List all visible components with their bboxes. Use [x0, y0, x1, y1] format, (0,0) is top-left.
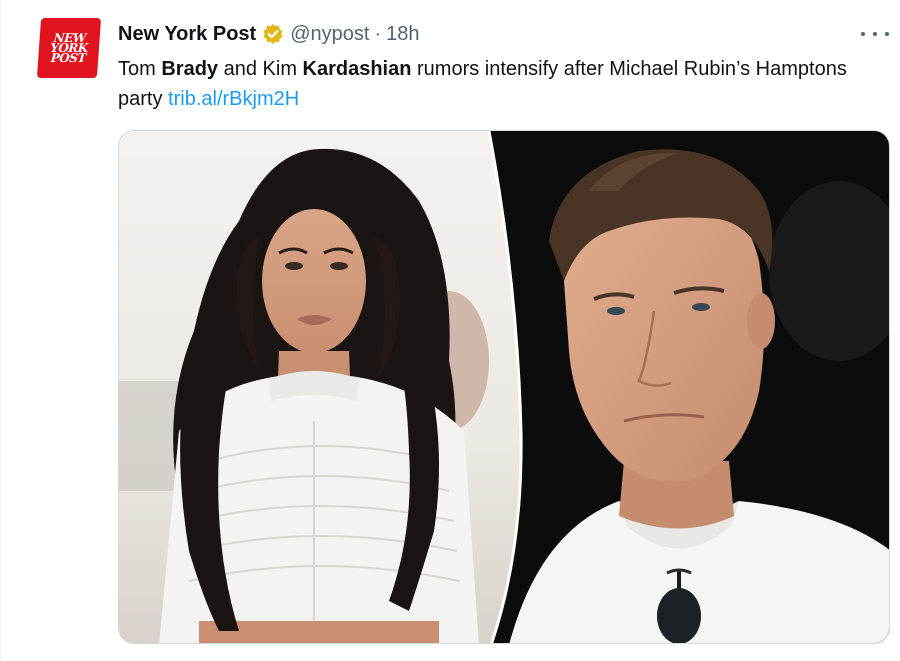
tweet-text: Tom Brady and Kim Kardashian rumors inte… — [118, 54, 878, 114]
tweet-media[interactable] — [118, 130, 890, 644]
timestamp[interactable]: 18h — [386, 23, 419, 46]
avatar-text-line: POST — [50, 51, 87, 65]
separator-dot: · — [374, 22, 382, 45]
verified-badge-icon[interactable] — [262, 23, 284, 45]
more-horizontal-icon[interactable] — [861, 24, 889, 44]
tweet-card[interactable]: NEW YORK POST New York Post @nypost · 18… — [0, 0, 900, 661]
text-bold-kardashian: Kardashian — [302, 58, 412, 80]
tweet-link[interactable]: trib.al/rBkjm2H — [168, 88, 299, 110]
text-segment: and Kim — [218, 58, 303, 80]
tweet-header: New York Post @nypost · 18h — [118, 20, 419, 48]
photo-left-panel — [119, 131, 522, 643]
photo-right-panel — [489, 131, 889, 643]
text-bold-brady: Brady — [161, 58, 219, 80]
avatar[interactable]: NEW YORK POST — [36, 18, 102, 78]
text-segment: Tom — [118, 58, 162, 80]
author-name[interactable]: New York Post — [118, 23, 256, 46]
author-handle[interactable]: @nypost — [290, 23, 369, 46]
